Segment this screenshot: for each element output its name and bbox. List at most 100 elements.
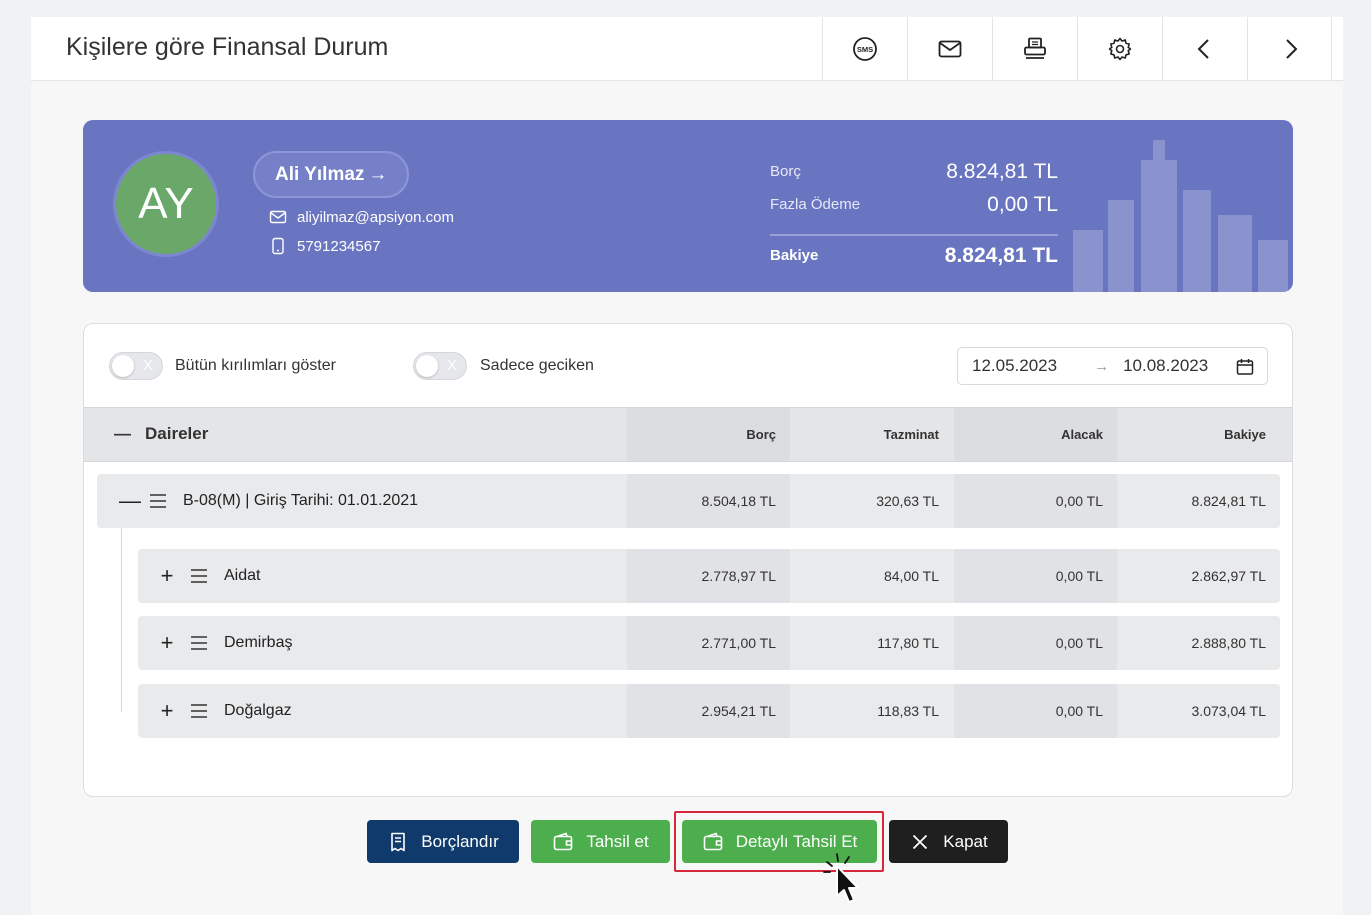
print-button[interactable] (992, 17, 1077, 80)
table-row-demirbas[interactable]: + Demirbaş 2.771,00 TL 117,80 TL 0,00 TL… (138, 616, 1280, 670)
cell-balance: 2.888,80 TL (1191, 635, 1266, 651)
cell-compensation: 117,80 TL (877, 635, 939, 651)
row-label: + Aidat (160, 549, 261, 603)
city-illustration (1073, 140, 1288, 292)
table-header: — Daireler Borç Tazminat Alacak Bakiye (84, 407, 1292, 462)
row-label: — B-08(M) | Giriş Tarihi: 01.01.2021 (119, 474, 418, 528)
menu-icon[interactable] (190, 703, 208, 719)
group-header[interactable]: — Daireler (114, 424, 208, 444)
menu-icon[interactable] (190, 635, 208, 651)
email-text: aliyilmaz@apsiyon.com (297, 208, 454, 226)
balance-label: Bakiye (770, 247, 819, 264)
wallet-icon (554, 831, 573, 850)
balance-value: 8.824,81 TL (944, 244, 1058, 267)
group-header-label: Daireler (145, 424, 209, 443)
toolbar: SMS (822, 17, 1332, 80)
mail-icon (269, 210, 287, 224)
person-name-link[interactable]: Ali Yılmaz → (253, 151, 410, 198)
debit-button[interactable]: Borçlandır (367, 820, 519, 863)
cell-receivable: 0,00 TL (954, 549, 1117, 603)
receipt-icon (391, 832, 406, 851)
column-header-debt[interactable]: Borç (627, 408, 790, 461)
date-to: 10.08.2023 (1123, 356, 1209, 375)
show-all-breakdowns-toggle[interactable]: X (109, 352, 163, 380)
table-row-parent[interactable]: — B-08(M) | Giriş Tarihi: 01.01.2021 8.5… (97, 474, 1280, 528)
chevron-right-icon (1285, 38, 1297, 59)
cell-compensation: 320,63 TL (876, 493, 939, 509)
show-all-breakdowns-label: Bütün kırılımları göster (175, 357, 336, 374)
row-label-text: Aidat (224, 567, 261, 584)
avatar: AY (113, 151, 219, 257)
close-icon (913, 834, 928, 849)
table-row-dogalgaz[interactable]: + Doğalgaz 2.954,21 TL 118,83 TL 0,00 TL… (138, 684, 1280, 738)
menu-icon[interactable] (149, 493, 167, 509)
toggle-off-mark: X (446, 357, 457, 374)
debt-value: 8.824,81 TL (946, 160, 1058, 183)
gear-icon (1108, 37, 1132, 60)
menu-icon[interactable] (190, 568, 208, 584)
settings-button[interactable] (1077, 17, 1162, 80)
printer-icon (1024, 37, 1046, 59)
phone-text: 5791234567 (297, 237, 381, 255)
sms-button[interactable]: SMS (822, 17, 907, 80)
cell-receivable: 0,00 TL (954, 684, 1117, 738)
collapse-icon[interactable]: — (119, 488, 141, 514)
calendar-icon[interactable] (1235, 357, 1255, 377)
next-button[interactable] (1247, 17, 1332, 80)
tree-connector (121, 528, 122, 712)
table-row-aidat[interactable]: + Aidat 2.778,97 TL 84,00 TL 0,00 TL 2.8… (138, 549, 1280, 603)
profile-card: AY Ali Yılmaz → aliyilmaz@apsiyon.com 57… (83, 120, 1293, 292)
row-label-text: B-08(M) | Giriş Tarihi: 01.01.2021 (183, 492, 419, 509)
cell-debt: 8.504,18 TL (627, 474, 790, 528)
toggle-off-mark: X (142, 357, 153, 374)
cell-receivable: 0,00 TL (954, 616, 1117, 670)
cell-compensation: 118,83 TL (877, 703, 939, 719)
row-label: + Demirbaş (160, 616, 293, 670)
expand-icon[interactable]: + (160, 563, 174, 589)
mail-icon (938, 40, 962, 57)
collect-button-label: Tahsil et (586, 831, 649, 851)
overpay-value: 0,00 TL (987, 193, 1058, 216)
only-overdue-label: Sadece geciken (480, 357, 594, 374)
row-label-text: Demirbaş (224, 634, 293, 651)
phone-icon (272, 237, 284, 255)
email-row: aliyilmaz@apsiyon.com (269, 208, 454, 226)
expand-icon[interactable]: + (160, 630, 174, 656)
mouse-cursor-icon (823, 853, 859, 903)
collect-button[interactable]: Tahsil et (531, 820, 670, 863)
cell-receivable: 0,00 TL (954, 474, 1117, 528)
financial-status-window: Kişilere göre Finansal Durum SMS AY Ali … (31, 17, 1343, 915)
toggle-knob (112, 355, 134, 377)
phone-row: 5791234567 (269, 237, 380, 255)
date-from: 12.05.2023 (972, 356, 1058, 375)
column-header-balance[interactable]: Bakiye (1117, 408, 1280, 461)
expand-icon[interactable]: + (160, 698, 174, 724)
toggle-knob (416, 355, 438, 377)
only-overdue-toggle[interactable]: X (413, 352, 467, 380)
row-label: + Doğalgaz (160, 684, 292, 738)
sms-icon: SMS (853, 36, 877, 61)
cell-debt: 2.771,00 TL (627, 616, 790, 670)
debit-button-label: Borçlandır (421, 831, 499, 851)
cell-balance: 3.073,04 TL (1191, 703, 1266, 719)
collapse-icon[interactable]: — (114, 424, 131, 444)
close-button[interactable]: Kapat (889, 820, 1008, 863)
summary-divider (770, 234, 1058, 236)
person-name: Ali Yılmaz (275, 163, 365, 185)
page-title: Kişilere göre Finansal Durum (66, 33, 389, 61)
column-header-receivable[interactable]: Alacak (954, 408, 1117, 461)
overpay-label: Fazla Ödeme (770, 196, 861, 213)
mail-button[interactable] (907, 17, 992, 80)
cell-debt: 2.954,21 TL (627, 684, 790, 738)
cell-debt: 2.778,97 TL (627, 549, 790, 603)
cell-balance: 2.862,97 TL (1191, 568, 1266, 584)
debt-label: Borç (770, 163, 801, 180)
date-range-picker[interactable]: 12.05.2023 → 10.08.2023 (957, 347, 1268, 385)
cell-balance: 8.824,81 TL (1191, 493, 1266, 509)
title-bar: Kişilere göre Finansal Durum SMS (31, 17, 1343, 81)
row-label-text: Doğalgaz (224, 702, 292, 719)
chevron-left-icon (1197, 38, 1209, 59)
previous-button[interactable] (1162, 17, 1247, 80)
close-button-label: Kapat (943, 831, 988, 851)
column-header-compensation[interactable]: Tazminat (790, 408, 953, 461)
